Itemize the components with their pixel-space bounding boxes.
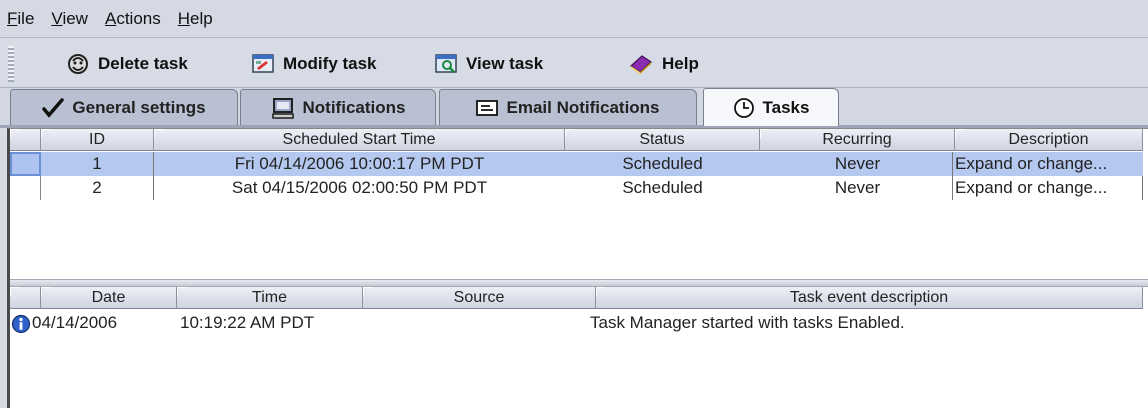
menu-view-label: iew [62,8,88,28]
menu-file[interactable]: File [7,9,34,29]
help-button[interactable]: Help [628,47,699,81]
tab-notifications-label: Notifications [302,97,406,117]
event-description: Task Manager started with tasks Enabled. [590,313,905,332]
task-status: Scheduled [622,178,703,197]
tab-general-label: General settings [72,97,206,117]
modify-task-icon [252,54,274,73]
tab-general-settings[interactable]: General settings [10,89,238,125]
events-table: Date Time Source Task event description … [10,287,1148,408]
menu-help-label: elp [190,8,213,28]
help-label: Help [662,54,699,73]
tab-email-label: Email Notifications [506,97,660,117]
menu-help-mnemonic: H [177,8,191,28]
menu-file-label: ile [17,8,35,28]
events-header-corner [10,287,41,309]
task-id: 2 [41,176,154,200]
view-task-label: View task [466,54,544,73]
tab-strip: General settings Notifications Email Not… [0,88,1148,126]
menu-actions-mnemonic: A [104,8,117,28]
tasks-header-corner [10,129,41,151]
event-source [363,311,596,335]
menu-view-mnemonic: V [51,8,63,28]
column-header-date[interactable]: Date [41,287,177,309]
split-pane-divider[interactable] [10,279,1148,287]
task-description[interactable]: Expand or change... [952,152,1143,176]
delete-task-icon [68,54,88,74]
task-recurring: Never [834,178,881,197]
view-task-icon [435,54,457,73]
monitor-icon [271,97,294,119]
task-recurring: Never [834,154,881,173]
tab-email-notifications[interactable]: Email Notifications [439,89,697,125]
row-header[interactable] [10,176,41,200]
task-start-time: Sat 04/15/2006 02:00:50 PM PDT [231,178,488,197]
tab-tasks-label: Tasks [762,97,810,117]
menu-bar: File View Actions Help [0,0,1148,38]
delete-task-label: Delete task [98,54,188,73]
delete-task-button[interactable]: Delete task [66,47,188,81]
column-header-event-description[interactable]: Task event description [596,287,1143,309]
task-row[interactable]: 1 Fri 04/14/2006 10:00:17 PM PDT Schedul… [10,152,1143,176]
toolbar: Delete task Modify task View task Help [0,38,1148,88]
task-description[interactable]: Expand or change... [952,176,1143,200]
checkmark-icon [42,97,65,118]
tab-tasks[interactable]: Tasks [703,88,839,126]
modify-task-label: Modify task [283,54,377,73]
modify-task-button[interactable]: Modify task [251,47,377,81]
event-date: 04/14/2006 [32,313,118,332]
task-status: Scheduled [622,154,703,173]
column-header-description[interactable]: Description [955,129,1143,151]
tasks-panel: ID Scheduled Start Time Status Recurring… [7,128,1148,408]
task-start-time: Fri 04/14/2006 10:00:17 PM PDT [234,154,485,173]
column-header-id[interactable]: ID [41,129,154,151]
envelope-icon [476,99,499,116]
tab-notifications[interactable]: Notifications [240,89,436,125]
view-task-button[interactable]: View task [434,47,543,81]
menu-actions-label: ctions [116,8,161,28]
tasks-table: ID Scheduled Start Time Status Recurring… [10,129,1148,279]
menu-file-mnemonic: F [7,8,18,28]
info-icon [11,314,31,334]
task-row[interactable]: 2 Sat 04/15/2006 02:00:50 PM PDT Schedul… [10,176,1143,200]
menu-help[interactable]: Help [178,9,213,29]
column-header-source[interactable]: Source [363,287,596,309]
help-book-icon [630,55,652,74]
menu-view[interactable]: View [51,9,88,29]
event-row[interactable]: 04/14/2006 10:19:22 AM PDT Task Manager … [10,311,1143,337]
column-header-status[interactable]: Status [565,129,760,151]
menu-actions[interactable]: Actions [105,9,161,29]
clock-icon [733,97,754,118]
event-time: 10:19:22 AM PDT [180,313,315,332]
column-header-recurring[interactable]: Recurring [760,129,955,151]
column-header-start-time[interactable]: Scheduled Start Time [154,129,565,151]
row-header[interactable] [10,152,41,176]
task-id: 1 [41,152,154,176]
toolbar-grip[interactable] [8,46,14,82]
column-header-time[interactable]: Time [177,287,363,309]
